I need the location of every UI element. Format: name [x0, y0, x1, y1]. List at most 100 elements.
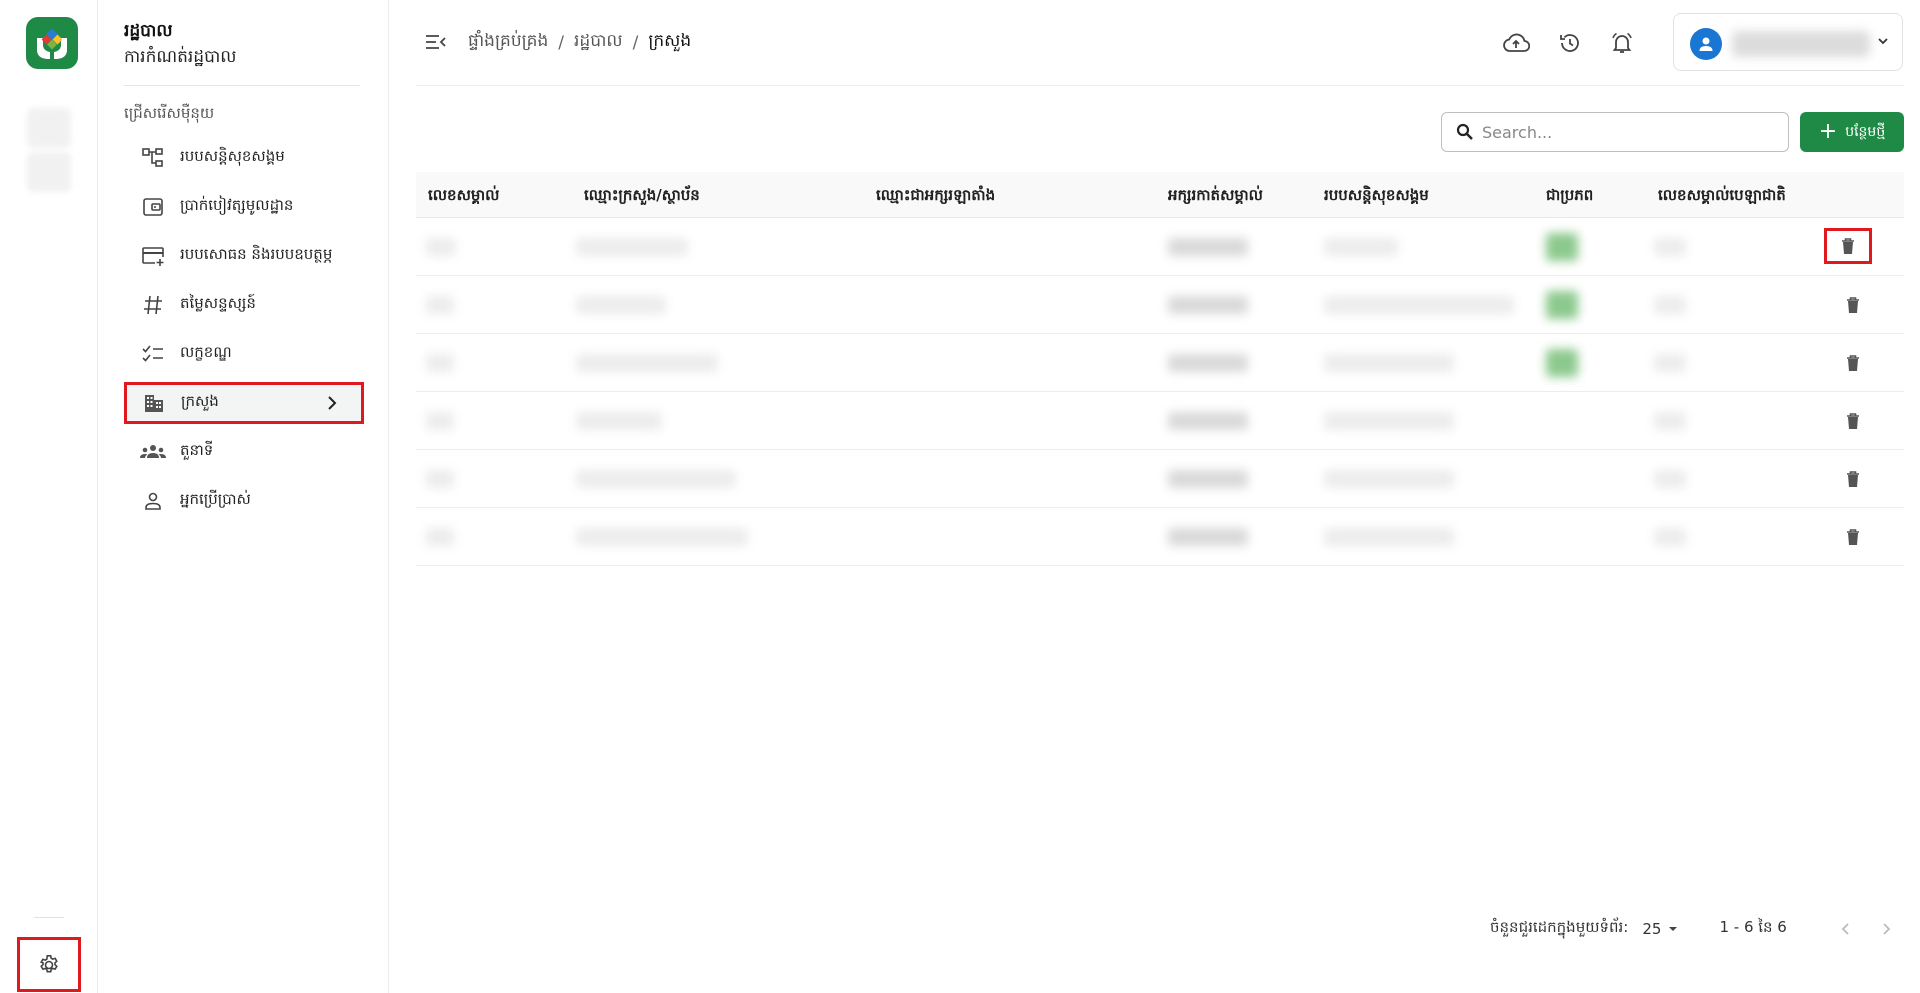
- table-pagination: ចំនួនជួរដេកក្នុងមួយទំព័រ: 25 1 - 6 នៃ 6: [1490, 914, 1910, 944]
- rail-item-blurred[interactable]: [27, 108, 71, 148]
- app-rail: [0, 0, 98, 993]
- sidebar-item-ministry[interactable]: ក្រសួង: [124, 382, 364, 424]
- avatar: [1690, 28, 1722, 60]
- building-icon: [141, 390, 167, 416]
- trash-icon: [1842, 238, 1854, 254]
- sidebar-item-social-security[interactable]: របបសន្តិសុខសង្គម: [126, 137, 362, 179]
- table-row[interactable]: [416, 508, 1904, 566]
- add-new-label: បន្ថែមថ្មី: [1845, 123, 1886, 140]
- wallet-icon: [140, 194, 166, 220]
- history-icon: [1560, 34, 1579, 52]
- breadcrumb: ផ្ទាំងគ្រប់គ្រង / រដ្ឋបាល / ក្រសួង: [468, 30, 691, 55]
- user-icon: [1699, 37, 1713, 51]
- column-header-latin-name[interactable]: ឈ្មោះជាអក្សរឡាតាំង: [876, 186, 995, 208]
- rail-item-blurred[interactable]: [27, 152, 71, 192]
- checklist-icon: [140, 341, 166, 367]
- sidebar-item-index-value[interactable]: តម្លៃសន្ទស្សន៍: [126, 284, 362, 326]
- column-header-social-security[interactable]: របបសន្តិសុខសង្គម: [1324, 186, 1429, 208]
- ministry-table: លេខសម្គាល់ ឈ្មោះក្រសួង/ស្ថាប័ន ឈ្មោះជាអក…: [416, 172, 1904, 566]
- cloud-upload-icon: [1503, 33, 1530, 52]
- sidebar-item-label: អ្នកប្រើប្រាស់: [180, 490, 251, 508]
- column-header-ministry-name[interactable]: ឈ្មោះក្រសួង/ស្ថាប័ន: [584, 186, 700, 208]
- hash-icon: [140, 292, 166, 318]
- group-icon: [140, 439, 166, 465]
- sidebar-divider: [124, 85, 360, 86]
- table-row[interactable]: [416, 334, 1904, 392]
- gear-icon: [40, 954, 58, 972]
- search-icon: [1456, 123, 1473, 140]
- delete-button[interactable]: [1840, 466, 1866, 492]
- previous-page-button[interactable]: [1833, 916, 1859, 942]
- sidebar-item-label: តម្លៃសន្ទស្សន៍: [180, 294, 256, 312]
- sidebar-item-label: លក្ខខណ្ឌ: [180, 343, 232, 361]
- sidebar-item-label: តួនាទី: [180, 441, 214, 459]
- chevron-right-icon: [325, 394, 339, 416]
- card-add-icon: [140, 243, 166, 269]
- notifications-button[interactable]: [1608, 29, 1636, 57]
- hands-logo-icon: [37, 28, 67, 59]
- column-header-abbreviation[interactable]: អក្សរកាត់សម្គាល់: [1168, 186, 1263, 208]
- column-header-nssf-id[interactable]: លេខសម្គាល់បេឡាជាតិ: [1658, 186, 1786, 208]
- page-range: 1 - 6 នៃ 6: [1719, 918, 1787, 936]
- trash-icon: [1847, 529, 1859, 545]
- table-row[interactable]: [416, 218, 1904, 276]
- history-button[interactable]: [1556, 29, 1584, 57]
- table-row[interactable]: [416, 392, 1904, 450]
- settings-button[interactable]: [17, 937, 81, 992]
- breadcrumb-separator: /: [632, 32, 639, 53]
- search-input[interactable]: [1482, 122, 1772, 142]
- trash-icon: [1847, 355, 1859, 371]
- sidebar-item-label: របបសោធន និងរបបឧបត្ថម្ភ: [180, 245, 333, 263]
- column-header-is-source[interactable]: ជាប្រភព: [1546, 186, 1593, 208]
- menu-collapse-button[interactable]: [424, 30, 448, 54]
- chevron-right-icon: [1883, 923, 1891, 935]
- top-header: ផ្ទាំងគ្រប់គ្រង / រដ្ឋបាល / ក្រសួង: [416, 0, 1904, 86]
- next-page-button[interactable]: [1873, 916, 1899, 942]
- caret-down-icon[interactable]: [1667, 923, 1679, 935]
- table-row[interactable]: [416, 276, 1904, 334]
- table-row[interactable]: [416, 450, 1904, 508]
- table-header: លេខសម្គាល់ ឈ្មោះក្រសួង/ស្ថាប័ន ឈ្មោះជាអក…: [416, 172, 1904, 218]
- delete-button[interactable]: [1840, 408, 1866, 434]
- rail-divider: [34, 917, 64, 918]
- person-icon: [140, 488, 166, 514]
- chevron-left-icon: [1841, 923, 1849, 935]
- bell-ringing-icon: [1612, 32, 1632, 53]
- sidebar-item-label: ក្រសួង: [181, 392, 219, 410]
- trash-icon: [1847, 297, 1859, 313]
- menu-open-icon: [426, 35, 446, 49]
- search-box[interactable]: [1441, 112, 1789, 152]
- rows-per-page-select[interactable]: 25: [1642, 920, 1661, 938]
- user-menu[interactable]: [1673, 13, 1903, 71]
- sidebar-item-label: របបសន្តិសុខសង្គម: [180, 147, 285, 165]
- column-header-id[interactable]: លេខសម្គាល់: [428, 186, 499, 208]
- upload-button[interactable]: [1502, 29, 1530, 57]
- admin-sidebar: រដ្ឋបាល ការកំណត់រដ្ឋបាល ជ្រើសរើសម៉ឺនុយ រ…: [98, 0, 389, 993]
- delete-button[interactable]: [1840, 292, 1866, 318]
- breadcrumb-dashboard[interactable]: ផ្ទាំងគ្រប់គ្រង: [468, 30, 548, 55]
- trash-icon: [1847, 471, 1859, 487]
- sidebar-item-base-salary[interactable]: ប្រាក់បៀវត្សមូលដ្ឋាន: [126, 186, 362, 228]
- breadcrumb-separator: /: [558, 32, 565, 53]
- trash-icon: [1847, 413, 1859, 429]
- hierarchy-icon: [140, 145, 166, 171]
- sidebar-section-label: ជ្រើសរើសម៉ឺនុយ: [124, 104, 215, 122]
- sidebar-item-roles[interactable]: តួនាទី: [126, 431, 362, 473]
- sidebar-item-label: ប្រាក់បៀវត្សមូលដ្ឋាន: [180, 196, 294, 214]
- sidebar-item-conditions[interactable]: លក្ខខណ្ឌ: [126, 333, 362, 375]
- rows-per-page-label: ចំនួនជួរដេកក្នុងមួយទំព័រ:: [1490, 918, 1629, 936]
- sidebar-item-users[interactable]: អ្នកប្រើប្រាស់: [126, 480, 362, 522]
- delete-button[interactable]: [1840, 350, 1866, 376]
- sidebar-item-pension[interactable]: របបសោធន និងរបបឧបត្ថម្ភ: [126, 235, 362, 277]
- delete-button[interactable]: [1824, 228, 1872, 264]
- add-new-button[interactable]: + បន្ថែមថ្មី: [1800, 112, 1904, 152]
- breadcrumb-current: ក្រសួង: [648, 31, 692, 51]
- sidebar-title: រដ្ឋបាល: [124, 21, 173, 41]
- app-logo[interactable]: [26, 17, 78, 69]
- user-name-blurred: [1732, 31, 1870, 57]
- plus-icon: +: [1818, 119, 1838, 144]
- delete-button[interactable]: [1840, 524, 1866, 550]
- sidebar-subtitle: ការកំណត់រដ្ឋបាល: [124, 47, 237, 67]
- chevron-down-icon: [1876, 34, 1890, 52]
- breadcrumb-admin[interactable]: រដ្ឋបាល: [574, 30, 623, 55]
